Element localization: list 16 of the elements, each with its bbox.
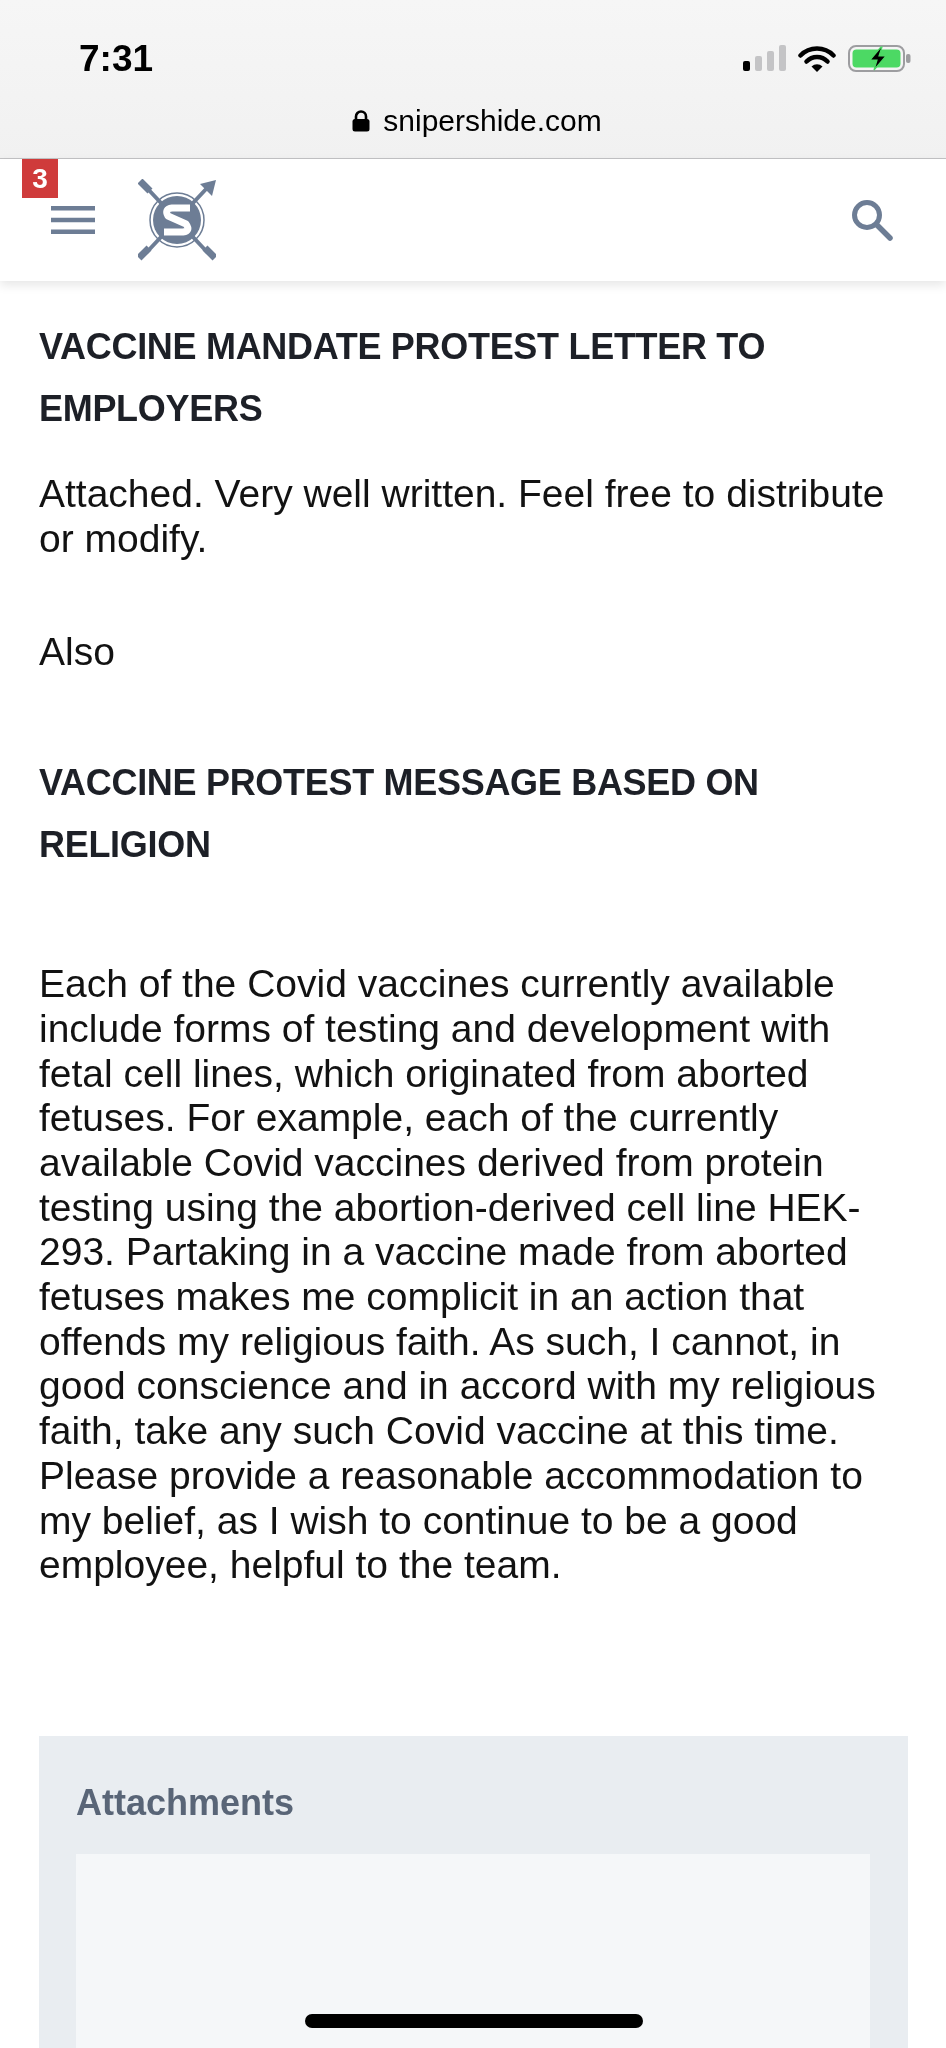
post-heading: VACCINE PROTEST MESSAGE BASED ON RELIGION xyxy=(39,761,760,868)
notification-badge: 3 xyxy=(22,159,58,198)
post-paragraph: Also xyxy=(39,630,116,676)
address-bar[interactable]: snipershide.com xyxy=(352,106,602,136)
wifi-icon xyxy=(798,44,836,72)
post-heading: VACCINE MANDATE PROTEST LETTER TO EMPLOYERS xyxy=(39,325,767,431)
signal-bars-icon xyxy=(743,45,786,71)
post-paragraph: Attached. Very well written. Feel free to distribute or modify. xyxy=(39,472,886,562)
search-icon xyxy=(851,199,893,241)
lock-icon xyxy=(352,110,371,132)
menu-icon xyxy=(51,206,95,234)
charging-battery-icon xyxy=(848,44,911,72)
post-paragraph: Each of the Covid vaccines currently available include forms of testing and development with fetal cell lines, which originated from aborted fetuses. For example, each of the currently available Covid vaccines derived from protein testing using the abortion-derived cell line HEK-293. Partaking in a vaccine made from aborted fetuses makes me complicit in an action that offends my religious faith. As such, I cannot, in good conscience and in accord with my religious faith, take any such Covid vaccine at this time. Please provide a reasonable accommodation to my belief, as I wish to continue to be a good employee, helpful to the team. xyxy=(39,962,877,1588)
attachments-title: Attachments xyxy=(76,1780,296,1825)
crossed-arrows-logo-icon[interactable] xyxy=(138,179,216,261)
status-time: 7:31 xyxy=(79,39,154,77)
